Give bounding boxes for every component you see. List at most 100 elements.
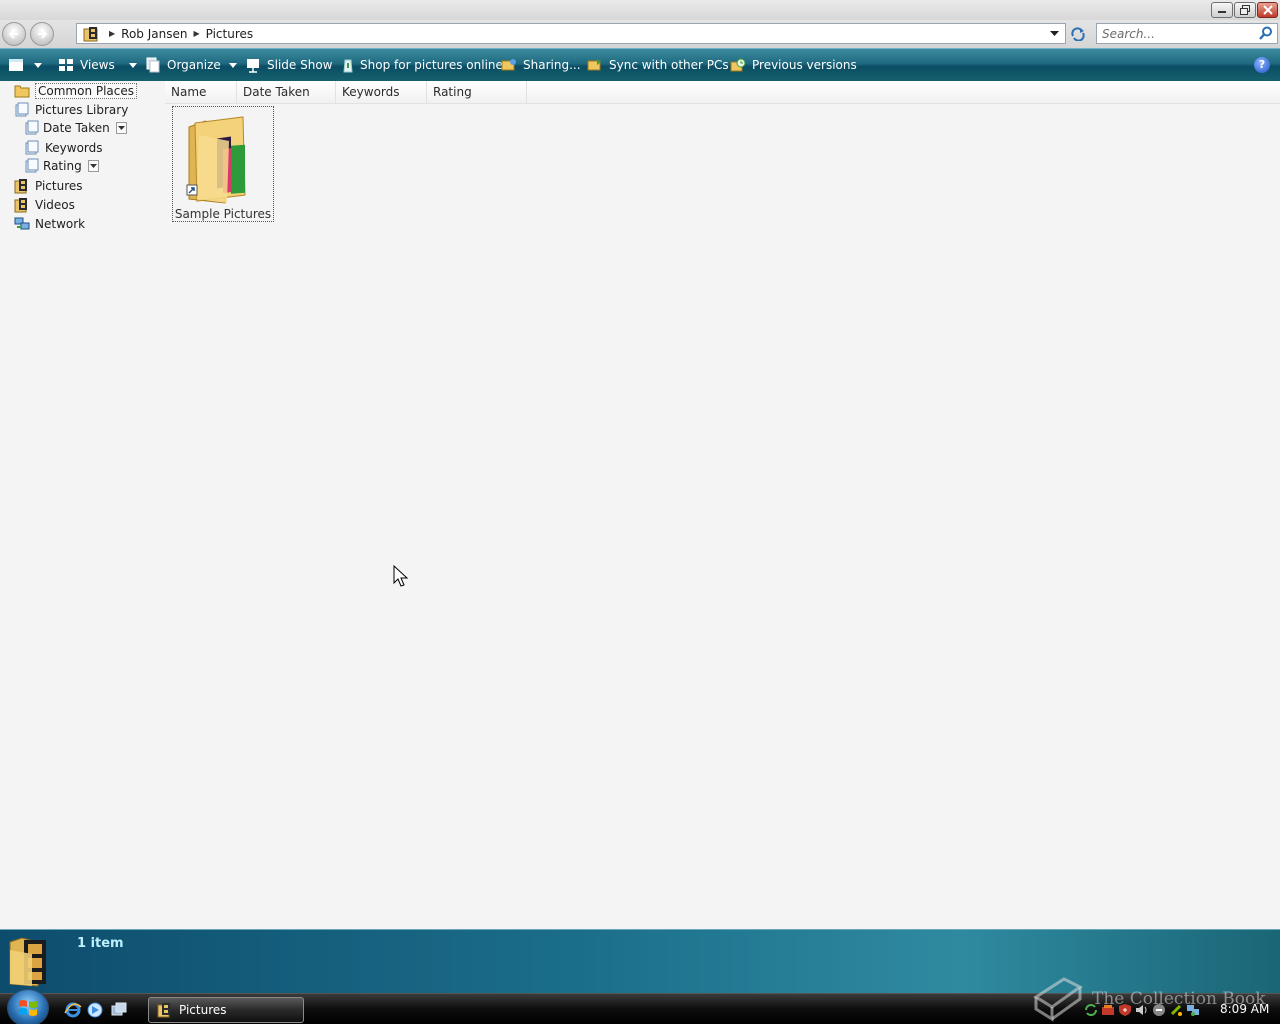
sync-icon	[587, 59, 601, 71]
pictures-folder-icon	[9, 937, 46, 987]
address-history-dropdown[interactable]	[1047, 26, 1061, 41]
restore-button[interactable]	[1234, 2, 1256, 18]
stack-icon	[25, 120, 39, 135]
tree-item-label: Network	[35, 217, 86, 231]
column-header-keywords[interactable]: Keywords	[336, 81, 427, 104]
search-box[interactable]	[1096, 23, 1278, 44]
sample-pictures-folder-icon	[186, 116, 246, 204]
shop-online-button[interactable]: Shop for pictures online	[340, 49, 503, 81]
back-button[interactable]	[2, 22, 26, 46]
tree-item-common-places[interactable]: Common Places	[14, 82, 138, 100]
windows-logo-icon	[19, 1000, 37, 1016]
sync-button[interactable]: Sync with other PCs	[587, 49, 729, 81]
tree-item-date-taken[interactable]: Date Taken	[24, 119, 127, 137]
column-header-name[interactable]: Name	[165, 81, 237, 104]
date-taken-dropdown[interactable]	[115, 122, 127, 134]
tree-item-network[interactable]: Network	[14, 215, 85, 233]
layout-icon	[9, 59, 23, 71]
taskbar-button-pictures[interactable]: Pictures	[148, 997, 304, 1023]
item-count: 1 item	[77, 936, 124, 951]
chevron-down-icon	[117, 126, 125, 130]
search-input[interactable]	[1097, 24, 1247, 43]
back-arrow-icon	[8, 29, 18, 39]
start-button[interactable]	[7, 989, 49, 1024]
library-icon	[15, 102, 29, 117]
title-bar	[0, 0, 1280, 20]
organize-button[interactable]: Organize	[145, 49, 237, 81]
search-icon[interactable]	[1259, 26, 1273, 40]
tree-item-pictures-library[interactable]: Pictures Library	[14, 101, 128, 119]
navigation-pane: Common Places Pictures Library Date Take…	[0, 81, 163, 929]
column-headers: Name Date Taken Keywords Rating	[165, 81, 1280, 104]
forward-arrow-icon	[38, 29, 48, 39]
tree-item-keywords[interactable]: Keywords	[24, 139, 103, 157]
close-button[interactable]	[1257, 2, 1278, 18]
tree-item-pictures[interactable]: Pictures	[14, 177, 83, 195]
rating-dropdown[interactable]	[87, 160, 99, 172]
previous-versions-icon	[730, 58, 746, 72]
refresh-button[interactable]	[1068, 24, 1088, 44]
breadcrumb-pictures[interactable]: Pictures	[200, 27, 260, 41]
previous-versions-label: Previous versions	[752, 58, 857, 72]
tree-item-label: Common Places	[35, 83, 138, 99]
watermark-text: The Collection Book	[1092, 989, 1266, 1009]
command-bar: Views Organize Slide Show Shop for pictu…	[0, 48, 1280, 81]
media-player-icon[interactable]	[86, 1001, 104, 1019]
organize-label: Organize	[167, 58, 221, 72]
slide-show-button[interactable]: Slide Show	[245, 49, 332, 81]
folder-item[interactable]: Sample Pictures	[172, 106, 274, 222]
internet-explorer-icon[interactable]	[64, 1001, 82, 1019]
taskbar-button-label: Pictures	[179, 1003, 227, 1017]
chevron-down-icon	[128, 62, 137, 68]
chevron-down-icon	[1049, 30, 1059, 36]
pictures-folder-icon	[157, 1003, 170, 1018]
breadcrumb-rob-jansen[interactable]: Rob Jansen	[115, 27, 193, 41]
network-icon	[14, 217, 30, 230]
minimize-button[interactable]	[1211, 2, 1233, 18]
shop-icon	[343, 59, 353, 73]
tree-item-label: Pictures	[35, 179, 83, 193]
tree-item-videos[interactable]: Videos	[14, 196, 75, 214]
chevron-down-icon	[89, 164, 97, 168]
mouse-cursor-icon	[393, 565, 409, 587]
common-places-folder-icon	[14, 85, 30, 98]
previous-versions-button[interactable]: Previous versions	[730, 49, 857, 81]
close-icon	[1262, 5, 1273, 15]
forward-button[interactable]	[30, 22, 54, 46]
column-header-date-taken[interactable]: Date Taken	[237, 81, 336, 104]
sharing-button[interactable]: Sharing...	[501, 49, 581, 81]
book-logo-icon	[1033, 977, 1083, 1022]
pictures-folder-icon	[83, 26, 98, 41]
slide-show-icon	[247, 59, 259, 73]
address-bar[interactable]: ▶ Rob Jansen ▶ Pictures	[76, 23, 1066, 44]
restore-icon	[1240, 5, 1250, 15]
folder-item-label: Sample Pictures	[174, 207, 272, 221]
address-row: ▶ Rob Jansen ▶ Pictures	[0, 20, 1280, 48]
stack-icon	[25, 140, 39, 155]
views-icon	[59, 59, 73, 71]
help-icon[interactable]: ?	[1254, 57, 1270, 73]
shop-online-label: Shop for pictures online	[360, 58, 503, 72]
refresh-icon	[1071, 27, 1085, 41]
organize-icon	[146, 57, 160, 73]
chevron-down-icon	[34, 62, 42, 68]
tree-item-label: Videos	[35, 198, 75, 212]
minimize-icon	[1218, 11, 1226, 13]
tree-item-label: Date Taken	[43, 121, 110, 135]
views-button[interactable]: Views	[58, 49, 137, 81]
tree-item-label: Keywords	[45, 141, 103, 155]
watermark: The Collection Book	[1030, 975, 1270, 1023]
layout-menu-button[interactable]	[8, 49, 42, 81]
sync-label: Sync with other PCs	[609, 58, 729, 72]
tree-item-label: Pictures Library	[35, 103, 129, 117]
views-label: Views	[80, 58, 115, 72]
file-list[interactable]: Sample Pictures	[165, 104, 1280, 929]
column-header-rating[interactable]: Rating	[427, 81, 527, 104]
tree-item-rating[interactable]: Rating	[24, 157, 99, 175]
switch-windows-icon[interactable]	[110, 1001, 128, 1019]
sharing-label: Sharing...	[523, 58, 581, 72]
pictures-folder-icon	[14, 179, 27, 194]
stack-icon	[25, 158, 39, 173]
tree-item-label: Rating	[43, 159, 82, 173]
sharing-icon	[501, 59, 516, 71]
